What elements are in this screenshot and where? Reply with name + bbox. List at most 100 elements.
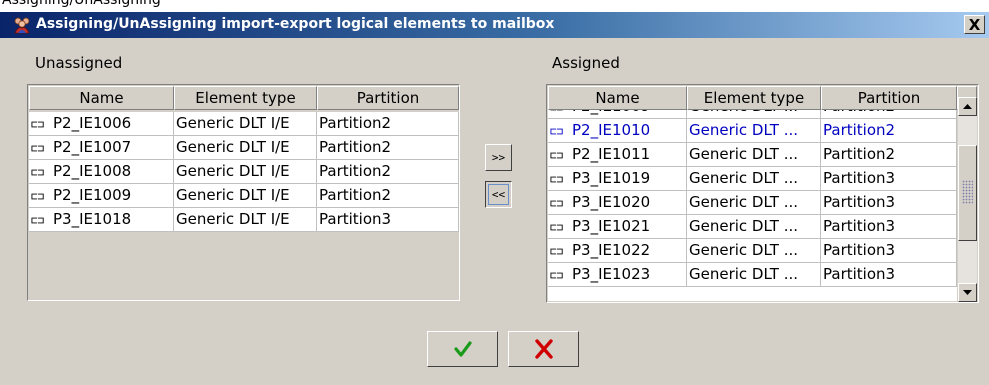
cell-partition[interactable]: Partition2 <box>821 110 957 119</box>
column-header-element-type[interactable]: Element type <box>687 86 821 110</box>
element-name: P2_IE1006 <box>53 114 132 132</box>
window-title: Assigning/UnAssigning import-export logi… <box>36 16 555 32</box>
unassigned-table-header: Name Element type Partition <box>29 86 459 110</box>
element-name: P3_IE1022 <box>572 241 651 259</box>
cell-name[interactable]: ⊏⊐ P3_IE1019 <box>548 167 687 191</box>
table-row[interactable]: ⊏⊐ P3_IE1022 Generic DLT ... Partition3 <box>548 239 957 263</box>
cell-element-type[interactable]: Generic DLT I/E <box>174 184 317 208</box>
cell-name[interactable]: ⊏⊐ P2_IE1011 <box>548 143 687 167</box>
cell-partition[interactable]: Partition2 <box>821 119 957 143</box>
cell-name[interactable]: ⊏⊐ P3_IE1020 <box>548 191 687 215</box>
element-glyph-icon: ⊏⊐ <box>550 197 564 210</box>
unassign-button[interactable]: << <box>485 181 512 208</box>
column-header-element-type[interactable]: Element type <box>174 86 317 110</box>
element-glyph-icon: ⊏⊐ <box>31 142 45 155</box>
ok-button[interactable] <box>427 331 498 367</box>
table-row[interactable]: ⊏⊐ P2_IE1009 Generic DLT I/E Partition2 <box>29 184 459 208</box>
title-bar[interactable]: Assigning/UnAssigning import-export logi… <box>0 12 989 38</box>
cell-name[interactable]: ⊏⊐P2_IE1009 <box>548 110 687 119</box>
unassigned-rows: ⊏⊐ P2_IE1006 Generic DLT I/E Partition2 ⊏⊐ P2… <box>29 112 459 232</box>
column-header-partition[interactable]: Partition <box>821 86 957 110</box>
element-name: P2_IE1011 <box>572 145 651 163</box>
column-header-partition[interactable]: Partition <box>317 86 459 110</box>
thumb-grip-icon <box>962 180 973 204</box>
cell-partition[interactable]: Partition3 <box>821 239 957 263</box>
table-row[interactable]: ⊏⊐ P3_IE1019 Generic DLT ... Partition3 <box>548 167 957 191</box>
cell-element-type[interactable]: Generic DLT ... <box>687 263 821 287</box>
table-row[interactable]: ⊏⊐ P2_IE1008 Generic DLT I/E Partition2 <box>29 160 459 184</box>
background-window-fragment: Assigning/UnAssigning <box>0 0 300 12</box>
element-glyph-icon: ⊏⊐ <box>550 221 564 234</box>
cell-partition[interactable]: Partition3 <box>821 263 957 287</box>
cell-element-type[interactable]: Generic DLT ... <box>687 239 821 263</box>
table-row[interactable]: ⊏⊐ P2_IE1006 Generic DLT I/E Partition2 <box>29 112 459 136</box>
cell-partition[interactable]: Partition2 <box>317 112 459 136</box>
table-row[interactable]: ⊏⊐ P3_IE1018 Generic DLT I/E Partition3 <box>29 208 459 232</box>
cell-partition[interactable]: Partition2 <box>821 143 957 167</box>
cell-name[interactable]: ⊏⊐ P2_IE1010 <box>548 119 687 143</box>
cancel-button[interactable] <box>508 331 579 367</box>
close-button[interactable]: X <box>964 15 985 34</box>
assigned-label: Assigned <box>552 54 620 72</box>
cell-name[interactable]: ⊏⊐ P3_IE1022 <box>548 239 687 263</box>
cell-element-type[interactable]: Generic DLT I/E <box>174 160 317 184</box>
unassign-button-label: << <box>488 184 509 205</box>
element-glyph-icon: ⊏⊐ <box>550 245 564 258</box>
cell-partition[interactable]: Partition2 <box>317 160 459 184</box>
cell-element-type[interactable]: Generic DLT ... <box>687 167 821 191</box>
element-glyph-icon: ⊏⊐ <box>31 166 45 179</box>
table-row[interactable]: ⊏⊐P2_IE1009Generic DLT ...Partition2 <box>548 110 957 119</box>
table-row[interactable]: ⊏⊐ P3_IE1021 Generic DLT ... Partition3 <box>548 215 957 239</box>
cell-partition[interactable]: Partition2 <box>317 136 459 160</box>
element-name: P3_IE1023 <box>572 265 651 283</box>
cell-element-type[interactable]: Generic DLT ... <box>687 110 821 119</box>
red-x-icon <box>535 339 553 359</box>
cell-partition[interactable]: Partition3 <box>821 215 957 239</box>
table-row[interactable]: ⊏⊐ P2_IE1007 Generic DLT I/E Partition2 <box>29 136 459 160</box>
cell-partition[interactable]: Partition3 <box>821 167 957 191</box>
element-name: P3_IE1021 <box>572 217 651 235</box>
table-row[interactable]: ⊏⊐ P3_IE1020 Generic DLT ... Partition3 <box>548 191 957 215</box>
cell-name[interactable]: ⊏⊐ P3_IE1021 <box>548 215 687 239</box>
arrow-up-icon <box>963 104 972 109</box>
cell-element-type[interactable]: Generic DLT ... <box>687 143 821 167</box>
cell-name[interactable]: ⊏⊐ P2_IE1008 <box>29 160 174 184</box>
element-glyph-icon: ⊏⊐ <box>550 269 564 282</box>
cell-element-type[interactable]: Generic DLT ... <box>687 215 821 239</box>
assigned-vertical-scrollbar[interactable] <box>958 97 977 302</box>
scroll-up-button[interactable] <box>958 97 977 116</box>
cell-element-type[interactable]: Generic DLT ... <box>687 191 821 215</box>
arrow-down-icon <box>963 290 972 295</box>
cell-name[interactable]: ⊏⊐ P2_IE1006 <box>29 112 174 136</box>
cell-name[interactable]: ⊏⊐ P2_IE1007 <box>29 136 174 160</box>
table-row[interactable]: ⊏⊐ P3_IE1023 Generic DLT ... Partition3 <box>548 263 957 287</box>
table-row[interactable]: ⊏⊐ P2_IE1010 Generic DLT ... Partition2 <box>548 119 957 143</box>
element-glyph-icon: ⊏⊐ <box>550 125 564 138</box>
cell-name[interactable]: ⊏⊐ P3_IE1023 <box>548 263 687 287</box>
cell-name[interactable]: ⊏⊐ P3_IE1018 <box>29 208 174 232</box>
element-name: P3_IE1018 <box>53 210 132 228</box>
element-glyph-icon: ⊏⊐ <box>31 190 45 203</box>
element-glyph-icon: ⊏⊐ <box>31 214 45 227</box>
cell-partition[interactable]: Partition3 <box>821 191 957 215</box>
cell-element-type[interactable]: Generic DLT ... <box>687 119 821 143</box>
cell-partition[interactable]: Partition3 <box>317 208 459 232</box>
element-glyph-icon: ⊏⊐ <box>550 110 572 118</box>
column-header-name[interactable]: Name <box>29 86 174 110</box>
cell-element-type[interactable]: Generic DLT I/E <box>174 112 317 136</box>
cell-element-type[interactable]: Generic DLT I/E <box>174 136 317 160</box>
unassigned-table: Name Element type Partition ⊏⊐ P2_IE1006 G… <box>27 84 460 301</box>
element-name: P2_IE1008 <box>53 162 132 180</box>
element-glyph-icon: ⊏⊐ <box>31 118 45 131</box>
assigned-table: Name Element type Partition ⊏⊐P2_IE1009G… <box>546 84 979 303</box>
scroll-down-button[interactable] <box>958 283 977 302</box>
cell-partition[interactable]: Partition2 <box>317 184 459 208</box>
cell-element-type[interactable]: Generic DLT I/E <box>174 208 317 232</box>
column-header-name[interactable]: Name <box>548 86 687 110</box>
element-name: P2_IE1007 <box>53 138 132 156</box>
cell-name[interactable]: ⊏⊐P2_IE1009 <box>29 184 174 208</box>
element-name: P3_IE1020 <box>572 193 651 211</box>
table-row[interactable]: ⊏⊐ P2_IE1011 Generic DLT ... Partition2 <box>548 143 957 167</box>
scroll-thumb[interactable] <box>958 145 977 241</box>
assign-button[interactable]: >> <box>485 144 512 171</box>
